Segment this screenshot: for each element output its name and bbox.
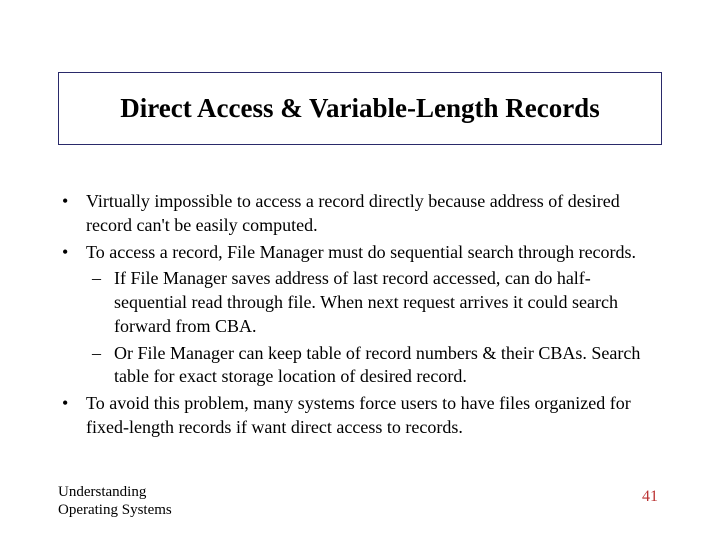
sub-bullet-list: If File Manager saves address of last re… xyxy=(86,267,662,389)
footer-source: Understanding Operating Systems xyxy=(58,483,172,521)
sub-bullet-text: Or File Manager can keep table of record… xyxy=(114,343,640,387)
bullet-list: Virtually impossible to access a record … xyxy=(58,190,662,440)
sub-bullet-item: Or File Manager can keep table of record… xyxy=(86,342,662,390)
sub-bullet-text: If File Manager saves address of last re… xyxy=(114,268,618,336)
title-container: Direct Access & Variable-Length Records xyxy=(58,72,662,145)
bullet-item: Virtually impossible to access a record … xyxy=(58,190,662,238)
page-number: 41 xyxy=(642,488,658,506)
content-area: Virtually impossible to access a record … xyxy=(58,190,662,443)
slide-title: Direct Access & Variable-Length Records xyxy=(71,93,649,124)
bullet-text: To access a record, File Manager must do… xyxy=(86,242,636,262)
slide: Direct Access & Variable-Length Records … xyxy=(0,0,720,540)
sub-bullet-item: If File Manager saves address of last re… xyxy=(86,267,662,338)
footer-line1: Understanding xyxy=(58,483,172,502)
footer-line2: Operating Systems xyxy=(58,501,172,520)
bullet-item: To avoid this problem, many systems forc… xyxy=(58,392,662,440)
bullet-text: To avoid this problem, many systems forc… xyxy=(86,393,631,437)
bullet-item: To access a record, File Manager must do… xyxy=(58,241,662,390)
bullet-text: Virtually impossible to access a record … xyxy=(86,191,620,235)
